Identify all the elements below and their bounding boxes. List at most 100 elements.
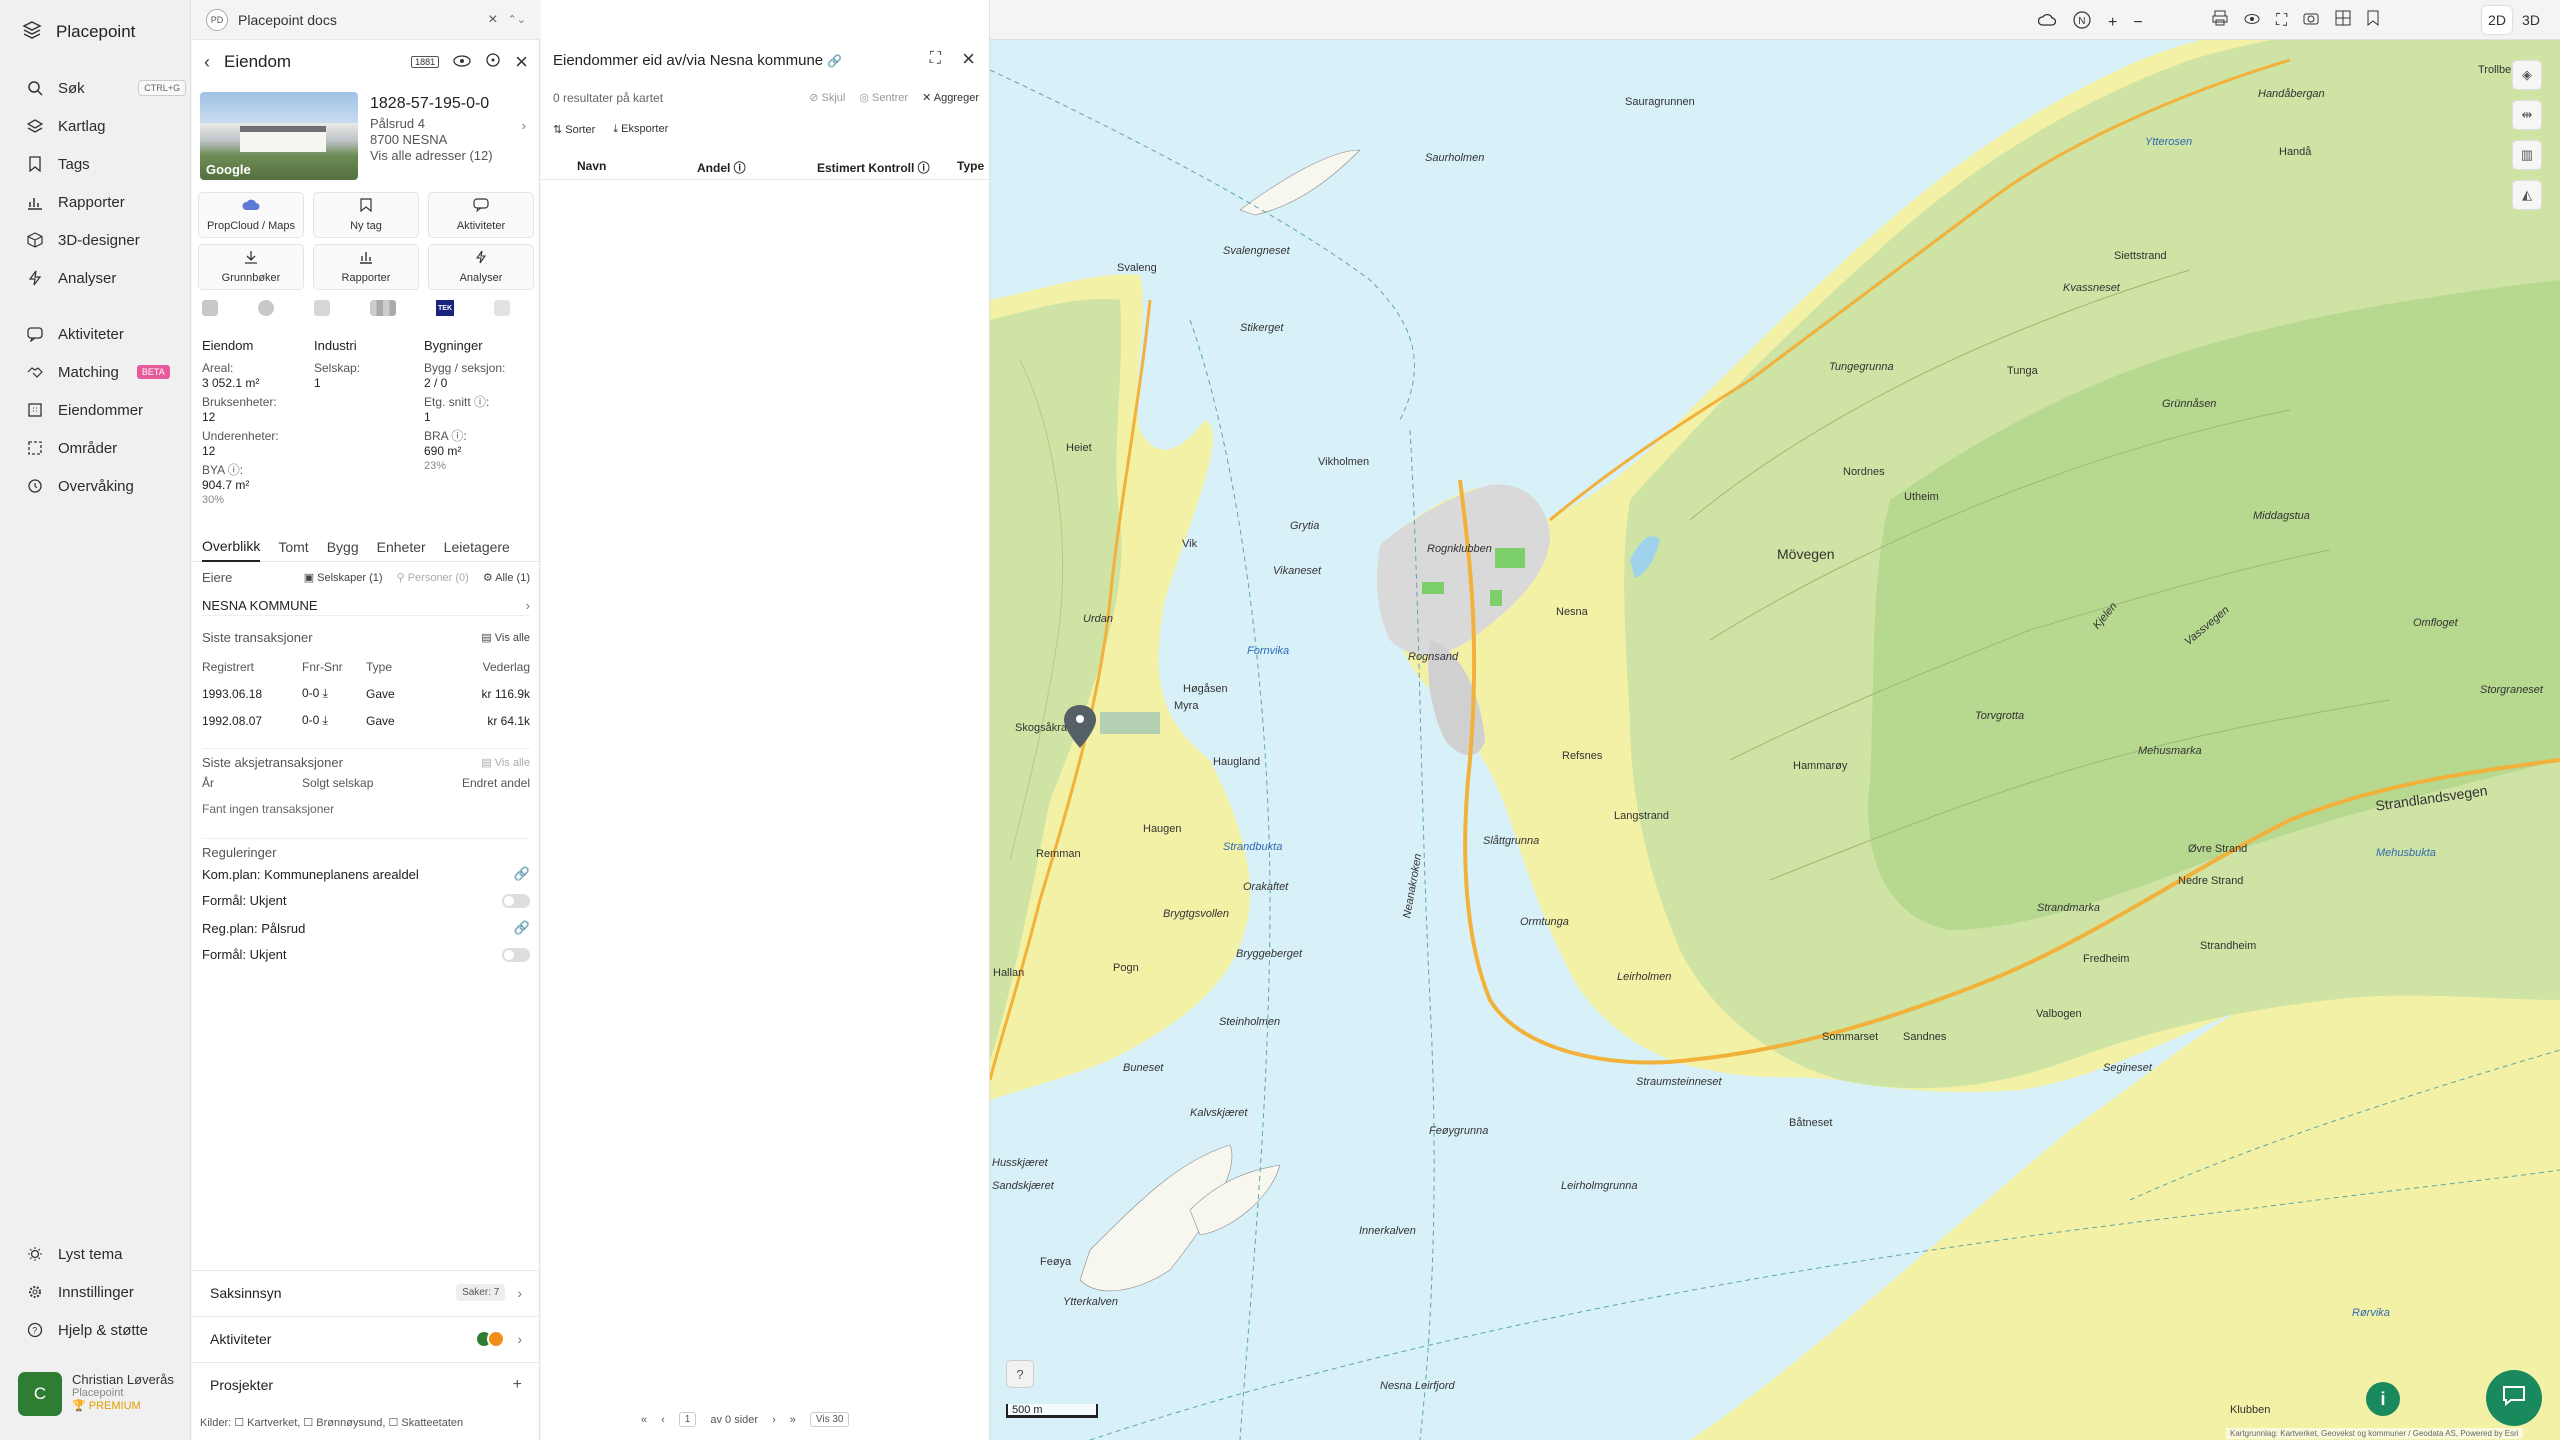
tab-overblikk[interactable]: Overblikk (202, 532, 261, 562)
brand[interactable]: Placepoint (22, 20, 135, 44)
grunnboker-button[interactable]: Grunnbøker (198, 244, 304, 290)
filter-all[interactable]: ⚙ Alle (1) (483, 571, 530, 584)
hide-button[interactable]: ⊘ Skjul (809, 91, 845, 104)
nav-matching[interactable]: Matching BETA (26, 358, 186, 386)
regulation-row[interactable]: Kom.plan: Kommuneplanens arealdel 🔗 (202, 866, 530, 882)
table-row[interactable]: 1992.08.07 0-0 ⤓ Gave kr 64.1k (202, 713, 530, 728)
nav-tags[interactable]: Tags (26, 150, 186, 178)
plus-icon[interactable]: + (513, 1376, 522, 1394)
new-tag-button[interactable]: Ny tag (313, 192, 419, 238)
mode-2d-button[interactable]: 2D (2482, 6, 2512, 34)
filter-persons[interactable]: ⚲ Personer (0) (397, 571, 469, 584)
nav-settings[interactable]: Innstillinger (26, 1278, 186, 1306)
fullscreen-icon[interactable]: ⛶ (2276, 12, 2287, 30)
page-input[interactable]: 1 (678, 1412, 697, 1427)
nav-omrader[interactable]: Områder (26, 434, 186, 462)
saksinnsyn-row[interactable]: Saksinnsyn Saker: 7 › (192, 1270, 540, 1314)
export-button[interactable]: ⤓ Eksporter (613, 123, 668, 136)
activities-button[interactable]: Aktiviteter (428, 192, 534, 238)
link-icon[interactable]: 🔗 (514, 866, 530, 882)
center-button[interactable]: ◎ Sentrer (859, 91, 908, 104)
aggregate-button[interactable]: ✕ Aggreger (922, 91, 979, 104)
table-row[interactable]: 1993.06.18 0-0 ⤓ Gave kr 116.9k (202, 686, 530, 701)
first-page-icon[interactable]: « (641, 1414, 647, 1426)
column-header[interactable]: Navn (577, 159, 606, 173)
profile-icon[interactable]: ◭ (2512, 180, 2542, 210)
show-all-stock-tx[interactable]: ▤ Vis alle (481, 756, 530, 769)
propcloud-button[interactable]: PropCloud / Maps (198, 192, 304, 238)
map-canvas[interactable] (990, 0, 2560, 1440)
chat-button[interactable] (2486, 1370, 2542, 1426)
zoom-in-icon[interactable]: + (2108, 14, 2117, 32)
close-icon[interactable]: × (515, 49, 528, 75)
sort-button[interactable]: ⇅ Sorter (553, 123, 595, 136)
house-icon[interactable] (494, 300, 510, 316)
layers-icon[interactable]: ◈ (2512, 60, 2542, 90)
chevron-updown-icon[interactable]: ⌃⌄ (508, 13, 526, 26)
tab-bygg[interactable]: Bygg (327, 532, 359, 562)
all-addresses-link[interactable]: Vis alle adresser (12) (370, 148, 530, 164)
tab-tomt[interactable]: Tomt (278, 532, 308, 562)
mode-3d-button[interactable]: 3D (2516, 6, 2546, 34)
aktiviteter-row[interactable]: Aktiviteter › (192, 1316, 540, 1360)
user-profile[interactable]: C Christian Løverås Placepoint 🏆 PREMIUM (18, 1372, 178, 1424)
zoom-out-icon[interactable]: − (2133, 14, 2142, 32)
last-page-icon[interactable]: » (790, 1414, 796, 1426)
tab-enheter[interactable]: Enheter (377, 532, 426, 562)
cell-fnr[interactable]: 0-0 ⤓ (302, 713, 366, 728)
grid-icon[interactable] (2335, 10, 2351, 31)
expand-icon[interactable]: ⛶ (930, 50, 941, 68)
toggle-switch[interactable] (502, 893, 530, 908)
plant-icon[interactable] (314, 300, 330, 316)
camera-icon[interactable] (2303, 11, 2319, 30)
tek-icon[interactable]: TEK (436, 300, 454, 316)
owner-row[interactable]: NESNA KOMMUNE › (202, 596, 530, 616)
prev-page-icon[interactable]: ‹ (661, 1414, 665, 1426)
cell-fnr[interactable]: 0-0 ⤓ (302, 686, 366, 701)
chevron-right-icon[interactable]: › (522, 118, 526, 134)
nav-search[interactable]: Søk CTRL+G (26, 74, 186, 102)
bar-chart-icon[interactable]: ▥ (2512, 140, 2542, 170)
nav-aktiviteter[interactable]: Aktiviteter (26, 320, 186, 348)
workspace-title[interactable]: Placepoint docs (238, 12, 337, 28)
nav-eiendommer[interactable]: Eiendommer (26, 396, 186, 424)
toggle-switch[interactable] (502, 947, 530, 962)
regulation-row[interactable]: Formål: Ukjent (202, 947, 530, 962)
register-icon[interactable] (202, 300, 218, 316)
next-page-icon[interactable]: › (772, 1414, 776, 1426)
eye-icon[interactable] (453, 52, 471, 72)
id-card-icon[interactable]: 1881 (411, 56, 440, 68)
nav-help[interactable]: ? Hjelp & støtte (26, 1316, 186, 1344)
column-header[interactable]: Estimert Kontroll ⓘ (817, 159, 930, 176)
measure-icon[interactable]: ⇹ (2512, 100, 2542, 130)
show-all-transactions[interactable]: ▤ Vis alle (481, 631, 530, 644)
workspace-badge[interactable]: PD (206, 8, 228, 31)
bookmark-icon[interactable] (2367, 10, 2379, 31)
column-header[interactable]: Type (957, 159, 984, 173)
nav-rapporter[interactable]: Rapporter (26, 188, 186, 216)
info-button[interactable]: i (2366, 1382, 2400, 1416)
nav-3d-designer[interactable]: 3D-designer (26, 226, 186, 254)
back-icon[interactable]: ‹ (204, 52, 210, 73)
print-icon[interactable] (2212, 10, 2228, 31)
nav-analyser[interactable]: Analyser (26, 264, 186, 292)
cloud-layer-icon[interactable] (2037, 12, 2057, 33)
eye-icon[interactable] (2244, 12, 2260, 30)
nav-light-theme[interactable]: Lyst tema (26, 1240, 186, 1268)
target-icon[interactable] (485, 52, 501, 73)
filter-companies[interactable]: ▣ Selskaper (1) (304, 571, 383, 584)
compass-icon[interactable]: N (2072, 10, 2092, 35)
globe-icon[interactable] (258, 300, 274, 316)
map-help-button[interactable]: ? (1006, 1360, 1034, 1388)
page-size-select[interactable]: Vis 30 (809, 1412, 850, 1427)
column-header[interactable]: Andel ⓘ (697, 159, 746, 176)
nav-kartlag[interactable]: Kartlag (26, 112, 186, 140)
signal-icon[interactable] (370, 300, 396, 316)
property-photo[interactable]: Google (200, 92, 358, 180)
map-view[interactable] (990, 0, 2560, 1440)
analyses-button[interactable]: Analyser (428, 244, 534, 290)
regulation-row[interactable]: Formål: Ukjent (202, 893, 530, 908)
regulation-row[interactable]: Reg.plan: Pålsrud 🔗 (202, 920, 530, 936)
link-icon[interactable]: 🔗 (514, 920, 530, 936)
tab-leietagere[interactable]: Leietagere (444, 532, 510, 562)
